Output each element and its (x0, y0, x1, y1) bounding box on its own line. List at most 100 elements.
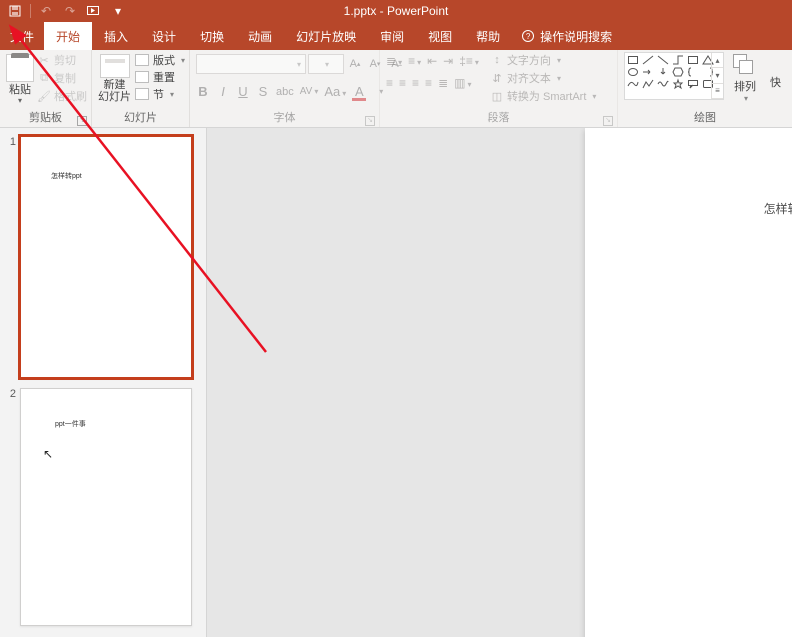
align-left-button[interactable]: ≡ (386, 76, 393, 90)
cut-button[interactable]: ✂ 剪切 (38, 52, 87, 68)
gallery-up-icon[interactable]: ▴ (712, 53, 723, 68)
convert-smartart-label: 转换为 SmartArt (507, 88, 586, 104)
convert-smartart-button[interactable]: ◫ 转换为 SmartArt▾ (491, 88, 596, 104)
thumbnail-item-1[interactable]: 1 怎样转ppt (0, 134, 206, 386)
line-spacing-button[interactable]: ‡≡▾ (459, 54, 479, 68)
redo-icon[interactable]: ↷ (59, 2, 81, 20)
copy-button[interactable]: ⧉ 复制 (38, 70, 87, 86)
slide-thumbnail-panel[interactable]: 1 怎样转ppt 2 ppt一件事 ↖ (0, 128, 207, 637)
reset-icon (135, 71, 149, 83)
section-button[interactable]: 节▾ (135, 86, 185, 102)
bold-button[interactable]: B (196, 84, 210, 99)
slide-page[interactable]: 怎样转ppt (585, 128, 792, 637)
slide-edit-area[interactable]: 怎样转ppt (207, 128, 792, 637)
align-right-button[interactable]: ≡ (412, 76, 419, 90)
shape-star-icon[interactable] (672, 79, 684, 89)
shapes-gallery-scroll[interactable]: ▴ ▾ ≡ (711, 53, 723, 99)
font-launcher-icon[interactable]: ↘ (365, 116, 375, 126)
underline-button[interactable]: U (236, 84, 250, 99)
tab-slideshow[interactable]: 幻灯片放映 (284, 22, 368, 50)
text-shadow-button[interactable]: abc (276, 86, 294, 98)
gallery-down-icon[interactable]: ▾ (712, 68, 723, 83)
format-painter-button[interactable]: 🖌 格式刷 (38, 88, 87, 104)
align-center-button[interactable]: ≡ (399, 76, 406, 90)
justify-button[interactable]: ≡ (425, 76, 432, 90)
decrease-indent-button[interactable]: ⇤ (427, 54, 437, 68)
columns-button[interactable]: ▥▾ (454, 76, 471, 90)
thumbnail-2-text: ppt一件事 (55, 419, 86, 429)
qat-separator (30, 4, 31, 18)
lightbulb-icon: ? (522, 30, 534, 42)
tab-review[interactable]: 审阅 (368, 22, 416, 50)
character-spacing-button[interactable]: AV▾ (300, 86, 319, 97)
shape-rect2-icon[interactable] (687, 55, 699, 65)
align-text-button[interactable]: ⇵ 对齐文本▾ (491, 70, 596, 86)
tell-me-label: 操作说明搜索 (540, 28, 612, 45)
shape-downarrow-icon[interactable] (657, 67, 669, 77)
tab-help[interactable]: 帮助 (464, 22, 512, 50)
shape-oval-icon[interactable] (627, 67, 639, 77)
qat-customize-icon[interactable]: ▾ (107, 2, 129, 20)
layout-button[interactable]: 版式▾ (135, 52, 185, 68)
shape-callout-icon[interactable] (687, 79, 699, 89)
arrange-label: 排列 (728, 78, 762, 94)
shape-brace-icon[interactable] (687, 67, 699, 77)
group-clipboard-label: 剪贴板 ↘ (6, 111, 85, 127)
thumbnail-1[interactable]: 怎样转ppt (20, 136, 192, 378)
thumbnail-2[interactable]: ppt一件事 ↖ (20, 388, 192, 626)
increase-font-icon[interactable]: A▴ (346, 54, 364, 74)
distribute-button[interactable]: ≣ (438, 76, 448, 90)
shapes-gallery[interactable]: ▴ ▾ ≡ (624, 52, 724, 100)
shape-connector-icon[interactable] (672, 55, 684, 65)
save-icon[interactable] (4, 2, 26, 20)
layout-icon (135, 54, 149, 66)
shape-freeform-icon[interactable] (642, 79, 654, 89)
scissors-icon: ✂ (38, 54, 50, 66)
arrange-icon (733, 54, 757, 78)
tell-me-search[interactable]: ? 操作说明搜索 (512, 22, 622, 50)
tab-view[interactable]: 视图 (416, 22, 464, 50)
shape-arrow-icon[interactable] (642, 67, 654, 77)
tab-animations[interactable]: 动画 (236, 22, 284, 50)
reset-button[interactable]: 重置 (135, 69, 185, 85)
thumbnail-number: 2 (4, 388, 16, 400)
tab-insert[interactable]: 插入 (92, 22, 140, 50)
tab-file[interactable]: 文件 (0, 22, 44, 50)
font-size-select[interactable]: ▾ (308, 54, 344, 74)
tab-design[interactable]: 设计 (140, 22, 188, 50)
paragraph-launcher-icon[interactable]: ↘ (603, 116, 613, 126)
clipboard-launcher-icon[interactable]: ↘ (77, 116, 87, 126)
shape-hexagon-icon[interactable] (672, 67, 684, 77)
shape-rectangle-icon[interactable] (627, 55, 639, 65)
thumbnail-1-text: 怎样转ppt (51, 171, 82, 181)
text-direction-button[interactable]: ↕ 文字方向▾ (491, 52, 596, 68)
increase-indent-button[interactable]: ⇥ (443, 54, 453, 68)
copy-icon: ⧉ (38, 72, 50, 84)
bullets-button[interactable]: ≣▾ (386, 54, 402, 68)
group-slides-label: 幻灯片 (98, 111, 183, 127)
shape-line-icon[interactable] (642, 55, 654, 65)
thumbnail-item-2[interactable]: 2 ppt一件事 ↖ (0, 386, 206, 634)
tab-transitions[interactable]: 切换 (188, 22, 236, 50)
numbering-button[interactable]: ≡▾ (408, 54, 421, 68)
font-color-button[interactable]: A (352, 84, 366, 99)
gallery-more-icon[interactable]: ≡ (712, 84, 723, 99)
arrange-button[interactable]: 排列 ▾ (728, 52, 762, 103)
undo-icon[interactable]: ↶ (35, 2, 57, 20)
start-from-beginning-icon[interactable] (83, 2, 105, 20)
change-case-button[interactable]: Aa▾ (324, 84, 346, 99)
quick-styles-partial[interactable]: 快 (766, 74, 781, 90)
new-slide-button[interactable]: 新建 幻灯片 (98, 52, 131, 103)
group-font-label: 字体 ↘ (196, 111, 373, 127)
strikethrough-button[interactable]: S (256, 84, 270, 99)
shape-curve-icon[interactable] (627, 79, 639, 89)
tab-home[interactable]: 开始 (44, 22, 92, 50)
paste-dropdown-icon[interactable]: ▾ (6, 96, 34, 105)
font-family-select[interactable]: ▾ (196, 54, 306, 74)
shape-scribble-icon[interactable] (657, 79, 669, 89)
paste-button[interactable]: 粘贴 ▾ (6, 52, 34, 105)
slide-title-text[interactable]: 怎样转ppt (585, 200, 792, 217)
italic-button[interactable]: I (216, 84, 230, 99)
group-paragraph-label: 段落 ↘ (386, 111, 611, 127)
shape-line2-icon[interactable] (657, 55, 669, 65)
